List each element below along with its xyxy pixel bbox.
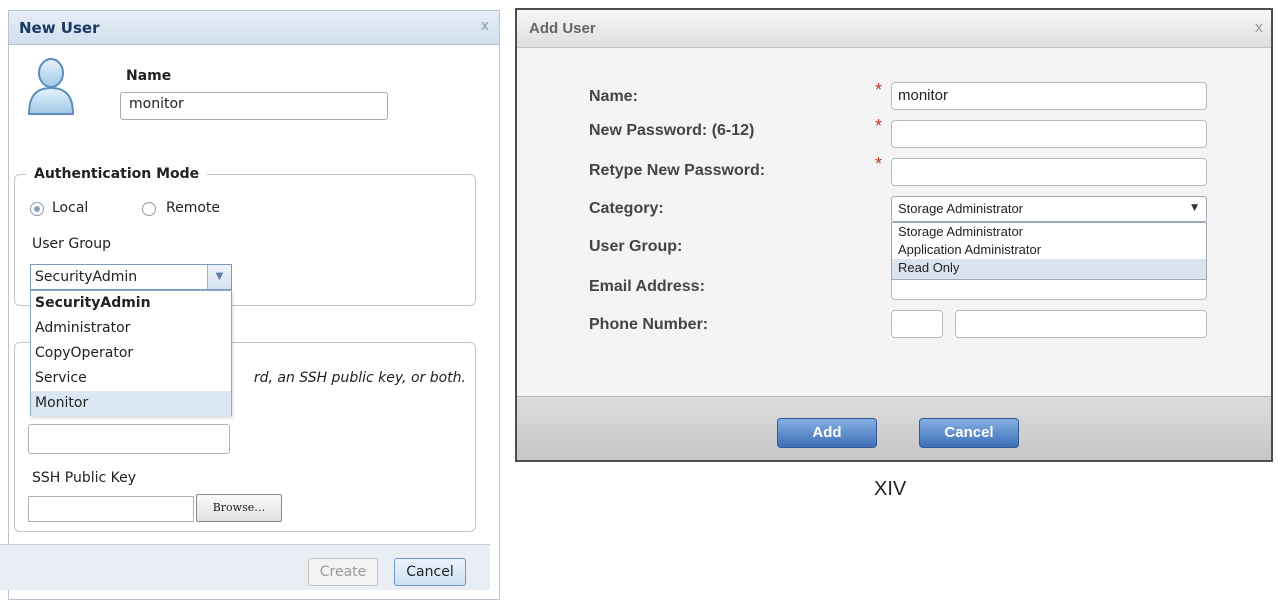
browse-button[interactable]: Browse… [196,494,282,522]
user-avatar-icon [27,58,75,115]
new-user-titlebar: New User x [9,11,499,45]
close-icon[interactable]: x [1255,20,1263,36]
user-group-option[interactable]: Monitor [31,391,231,416]
category-option[interactable]: Read Only [892,259,1206,279]
authentication-mode-legend: Authentication Mode [26,166,208,182]
retype-password-input[interactable] [891,158,1207,186]
dialog-title: New User [19,19,100,37]
user-group-option[interactable]: Administrator [31,316,231,341]
remote-radio-label: Remote [166,200,221,216]
category-option[interactable]: Application Administrator [892,241,1206,259]
required-mark: * [875,80,883,100]
user-group-option[interactable]: SecurityAdmin [31,291,231,316]
name-label: Name [126,68,172,84]
new-password-label: New Password: (6-12) [589,122,755,139]
user-group-select[interactable]: SecurityAdmin ▼ [30,264,232,290]
phone-label: Phone Number: [589,316,709,333]
category-option[interactable]: Storage Administrator [892,223,1206,241]
name-label: Name: [589,88,638,105]
name-input[interactable]: monitor [891,82,1207,110]
phone-area-code-input[interactable] [891,310,943,338]
chevron-down-icon[interactable]: ▼ [207,265,231,289]
phone-number-input[interactable] [955,310,1207,338]
required-mark: * [875,116,883,136]
name-input[interactable]: monitor [120,92,388,120]
close-icon[interactable]: x [481,18,489,34]
chevron-down-icon[interactable]: ▼ [1191,203,1198,213]
password-input[interactable] [28,424,230,454]
remote-radio[interactable] [142,202,156,216]
category-selected-value: Storage Administrator [898,201,1024,216]
retype-password-label: Retype New Password: [589,162,766,179]
local-radio[interactable] [30,202,44,216]
category-dropdown-list: Storage Administrator Application Admini… [891,222,1207,280]
user-group-selected-value: SecurityAdmin [35,269,138,285]
user-group-label: User Group: [589,238,683,255]
local-radio-label: Local [52,200,89,216]
category-label: Category: [589,200,664,217]
add-button[interactable]: Add [777,418,877,448]
cancel-button[interactable]: Cancel [919,418,1019,448]
create-button[interactable]: Create [308,558,378,586]
add-user-titlebar: Add User x [517,10,1271,48]
caption-label: XIV [874,478,907,500]
user-group-label: User Group [32,236,111,252]
required-mark: * [875,154,883,174]
ssh-public-key-label: SSH Public Key [32,470,137,486]
new-password-input[interactable] [891,120,1207,148]
add-user-dialog: Add User x Name: * monitor New Password:… [515,8,1273,462]
user-group-dropdown-list: SecurityAdmin Administrator CopyOperator… [30,290,232,416]
user-group-option[interactable]: Service [31,366,231,391]
category-select[interactable]: Storage Administrator ▼ [891,196,1207,222]
add-user-footer [517,396,1271,460]
dialog-title: Add User [529,20,596,37]
cancel-button[interactable]: Cancel [394,558,466,586]
email-label: Email Address: [589,278,705,295]
user-group-option[interactable]: CopyOperator [31,341,231,366]
ssh-key-file-input[interactable] [28,496,194,522]
